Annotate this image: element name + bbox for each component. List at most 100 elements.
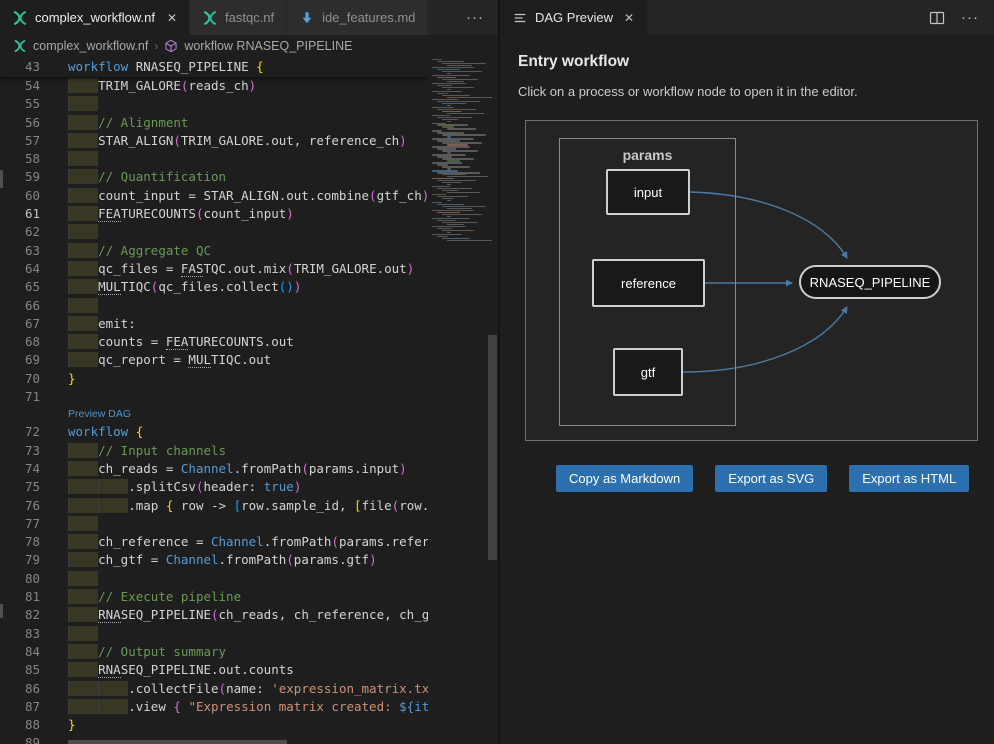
minimap-line	[437, 85, 452, 86]
dag-node-input[interactable]: input	[606, 169, 690, 215]
code-line[interactable]: 86 .collectFile(name: 'expression_matrix…	[0, 680, 428, 698]
code-line[interactable]: 83	[0, 625, 428, 643]
minimap-line	[447, 200, 451, 201]
code-line[interactable]: 57 STAR_ALIGN(TRIM_GALORE.out, reference…	[0, 132, 428, 150]
minimap-line	[432, 234, 462, 235]
code-line[interactable]: 55	[0, 95, 428, 113]
more-actions-icon[interactable]: ···	[961, 9, 979, 26]
code-line[interactable]: 74 ch_reads = Channel.fromPath(params.in…	[0, 460, 428, 478]
line-number: 80	[0, 570, 40, 588]
code-line[interactable]: 64 qc_files = FASTQC.out.mix(TRIM_GALORE…	[0, 260, 428, 278]
line-number: 56	[0, 114, 40, 132]
code-editor[interactable]: 43 workflow RNASEQ_PIPELINE { 54 TRIM_GA…	[0, 57, 498, 744]
code-line[interactable]: 67 emit:	[0, 315, 428, 333]
tab-complex_workflow-nf[interactable]: complex_workflow.nf✕	[0, 0, 190, 35]
minimap-line	[447, 224, 464, 225]
code-line[interactable]: 76 .map { row -> [row.sample_id, [file(r…	[0, 497, 428, 515]
code-line[interactable]: 54 TRIM_GALORE(reads_ch)	[0, 77, 428, 95]
minimap-line	[437, 236, 448, 237]
code-line[interactable]: 72workflow {	[0, 423, 428, 441]
code-line[interactable]: 75 .splitCsv(header: true)	[0, 478, 428, 496]
sticky-scroll-line[interactable]: 43 workflow RNASEQ_PIPELINE {	[0, 57, 428, 77]
line-content: // Execute pipeline	[68, 588, 241, 606]
codelens-preview-dag[interactable]: Preview DAG	[0, 406, 428, 423]
vertical-scrollbar-thumb[interactable]	[488, 335, 497, 560]
gutter-edge-mark	[0, 604, 3, 618]
line-number: 57	[0, 132, 40, 150]
code-line[interactable]: 62	[0, 223, 428, 241]
panel-tab-title: DAG Preview	[535, 10, 613, 25]
line-content: STAR_ALIGN(TRIM_GALORE.out, reference_ch…	[68, 132, 407, 150]
code-line[interactable]: 58	[0, 150, 428, 168]
code-line[interactable]: 63 // Aggregate QC	[0, 242, 428, 260]
code-line[interactable]: 60 count_input = STAR_ALIGN.out.combine(…	[0, 187, 428, 205]
dag-node-rnaseq-pipeline[interactable]: RNASEQ_PIPELINE	[799, 265, 941, 299]
code-line[interactable]: 68 counts = FEATURECOUNTS.out	[0, 333, 428, 351]
panel-description: Click on a process or workflow node to o…	[518, 84, 976, 99]
line-content: // Aggregate QC	[68, 242, 211, 260]
code-line[interactable]: 87 .view { "Expression matrix created: $…	[0, 698, 428, 716]
minimap-line	[442, 103, 466, 104]
breadcrumb-file[interactable]: complex_workflow.nf	[33, 39, 148, 53]
code-area[interactable]: 43 workflow RNASEQ_PIPELINE { 54 TRIM_GA…	[0, 57, 428, 744]
line-content: RNASEQ_PIPELINE(ch_reads, ch_reference, …	[68, 606, 428, 624]
code-line[interactable]: 85 RNASEQ_PIPELINE.out.counts	[0, 661, 428, 679]
dag-node-gtf[interactable]: gtf	[613, 348, 683, 396]
breadcrumb-symbol[interactable]: workflow RNASEQ_PIPELINE	[184, 39, 352, 53]
minimap-line	[447, 232, 451, 233]
tab-label: ide_features.md	[322, 10, 415, 25]
code-line[interactable]: 70}	[0, 370, 428, 388]
code-line[interactable]: 88}	[0, 716, 428, 734]
line-content: // Alignment	[68, 114, 188, 132]
line-number: 68	[0, 333, 40, 351]
line-number: 66	[0, 297, 40, 315]
code-line[interactable]: 65 MULTIQC(qc_files.collect())	[0, 278, 428, 296]
horizontal-scrollbar-thumb[interactable]	[68, 740, 287, 744]
code-line[interactable]: 66	[0, 297, 428, 315]
panel-body: Entry workflow Click on a process or wor…	[500, 35, 994, 492]
code-line[interactable]: 81 // Execute pipeline	[0, 588, 428, 606]
minimap-line	[447, 192, 480, 193]
code-line[interactable]: 78 ch_reference = Channel.fromPath(param…	[0, 533, 428, 551]
line-number: 79	[0, 551, 40, 569]
export-as-html-button[interactable]: Export as HTML	[849, 465, 969, 492]
code-line[interactable]: 77	[0, 515, 428, 533]
minimap-line	[447, 89, 451, 90]
line-number: 70	[0, 370, 40, 388]
code-line[interactable]: 71	[0, 388, 428, 406]
line-number: 82	[0, 606, 40, 624]
minimap[interactable]	[428, 57, 487, 744]
dag-node-reference[interactable]: reference	[592, 259, 705, 307]
code-line[interactable]: 59 // Quantification	[0, 168, 428, 186]
line-number: 61	[0, 205, 40, 223]
tab-fastqc-nf[interactable]: fastqc.nf	[190, 0, 287, 35]
copy-as-markdown-button[interactable]: Copy as Markdown	[556, 465, 693, 492]
minimap-line	[442, 166, 470, 167]
code-line[interactable]: 56 // Alignment	[0, 114, 428, 132]
close-icon[interactable]: ✕	[624, 11, 634, 25]
split-editor-icon[interactable]	[929, 10, 945, 26]
tab-ide_features-md[interactable]: ide_features.md	[287, 0, 428, 35]
tab-overflow-button[interactable]: ···	[452, 0, 498, 35]
minimap-line	[432, 99, 458, 100]
dag-preview-panel: DAG Preview ✕ ··· Entry workflow Click o…	[500, 0, 994, 744]
code-line[interactable]: 69 qc_report = MULTIQC.out	[0, 351, 428, 369]
tab-dag-preview[interactable]: DAG Preview ✕	[500, 0, 647, 35]
code-line[interactable]: 73 // Input channels	[0, 442, 428, 460]
breadcrumb-separator: ›	[154, 39, 158, 53]
line-content	[68, 223, 98, 241]
export-as-svg-button[interactable]: Export as SVG	[715, 465, 827, 492]
sticky-line-code: workflow RNASEQ_PIPELINE {	[68, 57, 264, 77]
close-icon[interactable]: ✕	[167, 11, 177, 25]
minimap-line	[437, 109, 476, 110]
minimap-line	[442, 119, 458, 120]
code-line[interactable]: 61 FEATURECOUNTS(count_input)	[0, 205, 428, 223]
code-line[interactable]: 84 // Output summary	[0, 643, 428, 661]
minimap-line	[432, 107, 454, 108]
line-content: // Quantification	[68, 168, 226, 186]
code-line[interactable]: 82 RNASEQ_PIPELINE(ch_reads, ch_referenc…	[0, 606, 428, 624]
code-line[interactable]: 79 ch_gtf = Channel.fromPath(params.gtf)	[0, 551, 428, 569]
code-line[interactable]: 80	[0, 570, 428, 588]
minimap-line	[437, 228, 452, 229]
line-content: .splitCsv(header: true)	[68, 478, 301, 496]
